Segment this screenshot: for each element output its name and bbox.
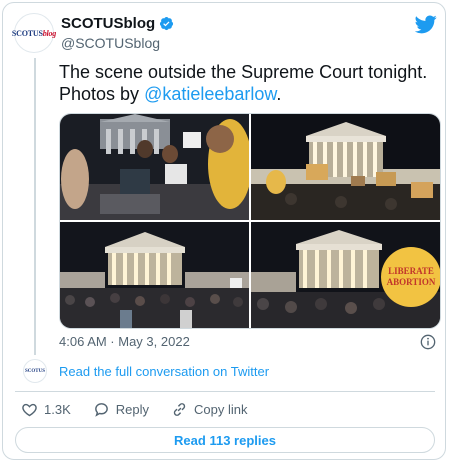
tweet-text-line-1: The scene outside the Supreme Court toni… [59,62,428,82]
tweet-card: SCOTUSblog SCOTUSblog @SCOTUSblog The sc… [2,2,446,460]
twitter-bird-icon[interactable] [415,13,437,35]
photo-1[interactable] [60,114,249,220]
info-icon[interactable] [420,334,436,350]
read-conversation-row[interactable]: SCOTUS Read the full conversation on Twi… [23,359,269,383]
copy-link-label: Copy link [194,402,248,417]
tweet-text-line-2: Photos by @katieleebarlow. [59,84,282,104]
divider [15,391,435,392]
verified-badge-icon [160,16,174,31]
photo-4[interactable]: LIBERATE ABORTION [251,222,440,328]
tweet-text: The scene outside the Supreme Court toni… [59,61,429,105]
sign-text-line-2: ABORTION [387,277,436,287]
thread-line [34,58,36,355]
avatar-logo: SCOTUSblog [11,28,57,38]
heart-icon [22,403,37,417]
photo-2[interactable] [251,114,440,220]
read-conversation-link[interactable]: Read the full conversation on Twitter [59,364,269,379]
author-name[interactable]: SCOTUSblog [61,15,155,32]
mention-link[interactable]: @katieleebarlow [144,84,276,104]
copy-link-button[interactable]: Copy link [171,401,247,418]
mini-avatar-logo: SCOTUS [24,368,45,374]
reply-icon [94,403,108,417]
read-replies-button[interactable]: Read 113 replies [15,427,435,453]
photo-3[interactable] [60,222,249,328]
photo-grid: LIBERATE ABORTION [59,113,441,329]
tweet-timestamp[interactable]: 4:06 AM · May 3, 2022 [59,334,190,349]
mini-avatar: SCOTUS [23,359,47,383]
reply-button[interactable]: Reply [93,401,149,418]
like-count: 1.3K [44,402,71,417]
avatar[interactable]: SCOTUSblog [11,13,57,53]
link-icon [173,403,186,416]
author-handle[interactable]: @SCOTUSblog [61,35,160,51]
sign-text-line-1: LIBERATE [388,266,434,276]
actions-bar: 1.3K Reply Copy link [21,401,247,418]
author-name-row[interactable]: SCOTUSblog [61,15,174,32]
reply-label: Reply [115,402,149,417]
like-button[interactable]: 1.3K [21,401,71,418]
